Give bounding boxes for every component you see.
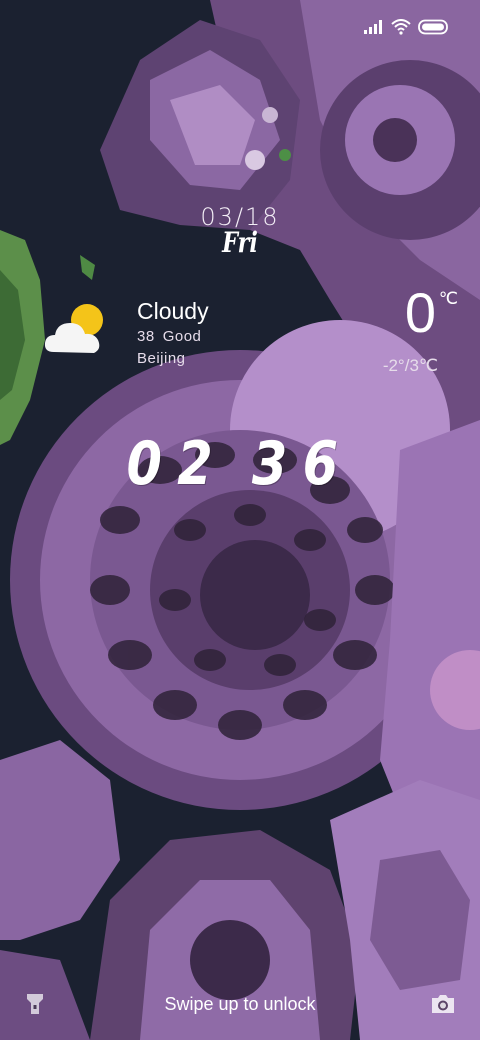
lock-clock: 02 36 xyxy=(36,424,444,504)
clock-hours: 02 xyxy=(126,429,229,499)
bottom-bar: Swipe up to unlock xyxy=(0,988,480,1022)
wifi-icon xyxy=(391,19,411,35)
date-display: 03/18 Fri xyxy=(0,202,480,258)
aqi-label: Good xyxy=(162,328,202,345)
wallpaper-image xyxy=(0,0,480,1040)
air-quality: 38 Good xyxy=(137,326,209,348)
lock-screen[interactable]: 03/18 Fri Cloudy 38 Good Beijing 0 ℃ -2°/3… xyxy=(0,0,480,1040)
partly-cloudy-icon xyxy=(44,304,103,353)
weather-widget[interactable]: Cloudy 38 Good Beijing xyxy=(137,296,209,370)
battery-icon xyxy=(418,19,448,35)
unlock-hint: Swipe up to unlock xyxy=(164,994,316,1014)
temperature-range: -2°/3℃ xyxy=(382,356,438,375)
weather-condition: Cloudy xyxy=(137,298,209,324)
temperature-number: 0 xyxy=(404,281,436,344)
temperature-unit: ℃ xyxy=(438,289,458,308)
temperature-value: 0 ℃ xyxy=(404,281,458,344)
camera-icon[interactable] xyxy=(430,992,456,1016)
status-bar xyxy=(364,14,450,40)
signal-icon xyxy=(364,20,382,34)
weekday-text: Fri xyxy=(222,226,258,259)
temperature-widget[interactable]: 0 ℃ -2°/3℃ xyxy=(383,281,458,376)
aqi-value: 38 xyxy=(137,328,155,345)
weather-city: Beijing xyxy=(137,350,186,367)
clock-minutes: 36 xyxy=(251,429,354,499)
